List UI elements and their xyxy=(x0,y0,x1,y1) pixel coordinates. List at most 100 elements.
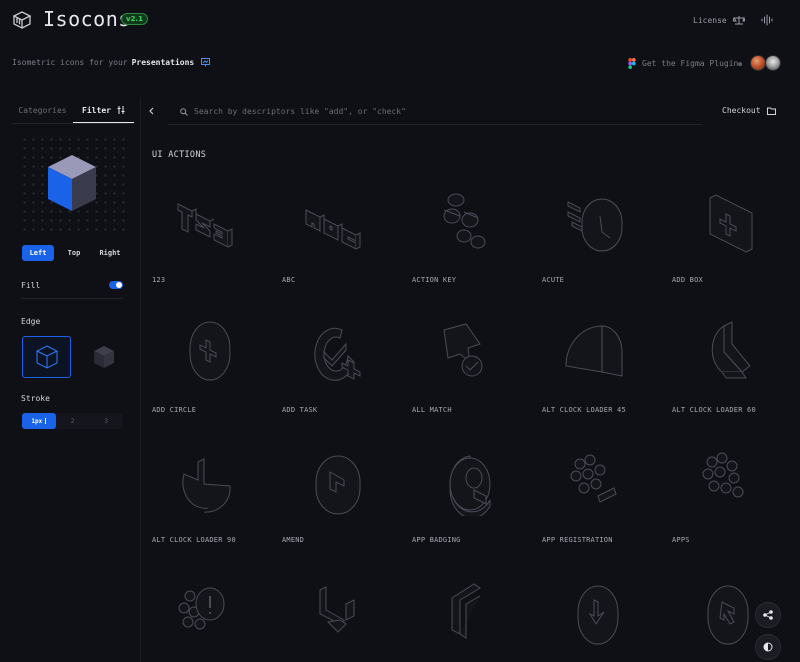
icon-label: ADD CIRCLE xyxy=(152,406,197,414)
icon-label: 123 xyxy=(152,276,166,284)
icon-card[interactable]: ALT CLOCK LOADER 90 xyxy=(140,426,270,556)
icon-card[interactable] xyxy=(270,556,400,662)
icon-label: ACTION KEY xyxy=(412,276,457,284)
icon-label: ALT CLOCK LOADER 60 xyxy=(672,406,756,414)
avatar-separator: ● xyxy=(738,60,743,68)
edge-sharp-option[interactable] xyxy=(22,336,71,378)
tagline-highlight: Presentations xyxy=(131,58,195,67)
icon-card[interactable]: ADD TASK xyxy=(270,296,400,426)
icon-label: APP BADGING xyxy=(412,536,461,544)
figma-plugin-link[interactable]: Get the Figma Plugin xyxy=(628,58,738,69)
arrow-circle-icon xyxy=(707,585,749,645)
add-task-icon xyxy=(314,327,361,381)
icon-card[interactable]: ALT CLOCK LOADER 60 xyxy=(660,296,790,426)
numbers-123-icon xyxy=(177,203,233,248)
app-header: Isocons v2.1 License xyxy=(0,0,800,40)
fill-label: Fill xyxy=(21,280,41,290)
icon-card[interactable]: ADD CIRCLE xyxy=(140,296,270,426)
checkout-button[interactable]: Checkout xyxy=(722,106,776,115)
sliders-icon xyxy=(117,106,125,114)
icon-card[interactable] xyxy=(140,556,270,662)
icon-card[interactable]: APP REGISTRATION xyxy=(530,426,660,556)
icon-card[interactable]: APP BADGING xyxy=(400,426,530,556)
icon-label: ALT CLOCK LOADER 45 xyxy=(542,406,626,414)
stroke-2-label: 2 xyxy=(70,417,75,425)
chevron-left-icon[interactable] xyxy=(147,106,157,116)
app-registration-icon xyxy=(570,454,617,503)
folder-icon xyxy=(766,107,776,115)
edge-rounded-option[interactable] xyxy=(79,336,128,378)
icon-preview xyxy=(18,133,126,233)
search-bar xyxy=(168,99,702,125)
icon-card[interactable]: APPS xyxy=(660,426,790,556)
icon-card[interactable]: ACTION KEY xyxy=(400,166,530,296)
audio-wave-icon[interactable] xyxy=(761,14,773,26)
icon-label: ADD TASK xyxy=(282,406,318,414)
tab-filter-label: Filter xyxy=(82,105,111,115)
clock-loader-60-icon xyxy=(711,321,751,379)
icon-card[interactable]: ALL MATCH xyxy=(400,296,530,426)
view-right-button[interactable]: Right xyxy=(94,245,126,261)
icon-card[interactable]: ADD BOX xyxy=(660,166,790,296)
avatar[interactable] xyxy=(750,55,766,71)
app-title[interactable]: Isocons xyxy=(43,7,131,31)
cube-preview-icon xyxy=(48,155,96,211)
stroke-1-icon xyxy=(45,418,47,424)
edge-options xyxy=(22,336,134,378)
icon-card[interactable]: AMEND xyxy=(270,426,400,556)
icon-card[interactable]: ABC xyxy=(270,166,400,296)
arrow-selector-icon xyxy=(319,586,355,633)
icon-label: AMEND xyxy=(282,536,305,544)
solid-cube-icon xyxy=(93,346,114,368)
arrow-circle-down-icon xyxy=(577,585,619,645)
icon-label: APP REGISTRATION xyxy=(542,536,613,544)
icon-card[interactable]: ALT CLOCK LOADER 45 xyxy=(530,296,660,426)
filter-sidebar: Categories Filter Left Top Right Fill Ed… xyxy=(12,98,134,438)
apps-alert-icon xyxy=(178,587,225,630)
avatar[interactable] xyxy=(765,55,781,71)
icon-card[interactable]: 123 xyxy=(140,166,270,296)
tab-filter[interactable]: Filter xyxy=(73,98,134,123)
tab-categories[interactable]: Categories xyxy=(12,98,73,123)
isocons-logo-icon[interactable] xyxy=(11,9,33,31)
stroke-3-button[interactable]: 3 xyxy=(89,413,123,429)
stroke-selector: 1px 2 3 xyxy=(22,413,123,429)
stroke-1px-button[interactable]: 1px xyxy=(22,413,56,429)
share-button[interactable] xyxy=(755,602,781,628)
clock-loader-90-icon xyxy=(182,458,231,513)
tab-categories-label: Categories xyxy=(18,106,67,115)
icon-label: ALL MATCH xyxy=(412,406,452,414)
add-circle-icon xyxy=(189,321,231,381)
theme-toggle-button[interactable] xyxy=(755,634,781,660)
app-badging-icon xyxy=(449,455,491,516)
icon-card[interactable] xyxy=(530,556,660,662)
contrast-icon xyxy=(763,642,773,652)
tagline-prefix: Isometric icons for your xyxy=(12,58,128,67)
stroke-2-button[interactable]: 2 xyxy=(56,413,90,429)
license-label: License xyxy=(693,15,727,25)
icon-card[interactable] xyxy=(400,556,530,662)
view-top-button[interactable]: Top xyxy=(58,245,90,261)
icon-label: ADD BOX xyxy=(672,276,703,284)
action-key-icon xyxy=(443,193,486,249)
icon-card[interactable]: ACUTE xyxy=(530,166,660,296)
section-title: UI ACTIONS xyxy=(152,150,207,160)
acute-icon xyxy=(567,198,623,252)
search-icon xyxy=(180,107,188,116)
apps-icon xyxy=(702,452,744,498)
share-icon xyxy=(763,610,773,620)
amend-icon xyxy=(315,455,361,515)
figma-icon xyxy=(628,58,636,69)
view-left-button[interactable]: Left xyxy=(22,245,54,261)
icon-label: APPS xyxy=(672,536,690,544)
add-box-icon xyxy=(709,194,753,253)
search-input[interactable] xyxy=(194,107,594,116)
stroke-1px-label: 1px xyxy=(31,417,43,425)
edge-label: Edge xyxy=(21,317,41,326)
wireframe-cube-icon xyxy=(36,345,57,369)
stroke-3-label: 3 xyxy=(104,417,108,425)
fill-toggle[interactable] xyxy=(109,281,123,289)
all-match-icon xyxy=(443,323,483,377)
license-link[interactable]: License xyxy=(693,15,745,25)
fill-row: Fill xyxy=(21,279,123,291)
